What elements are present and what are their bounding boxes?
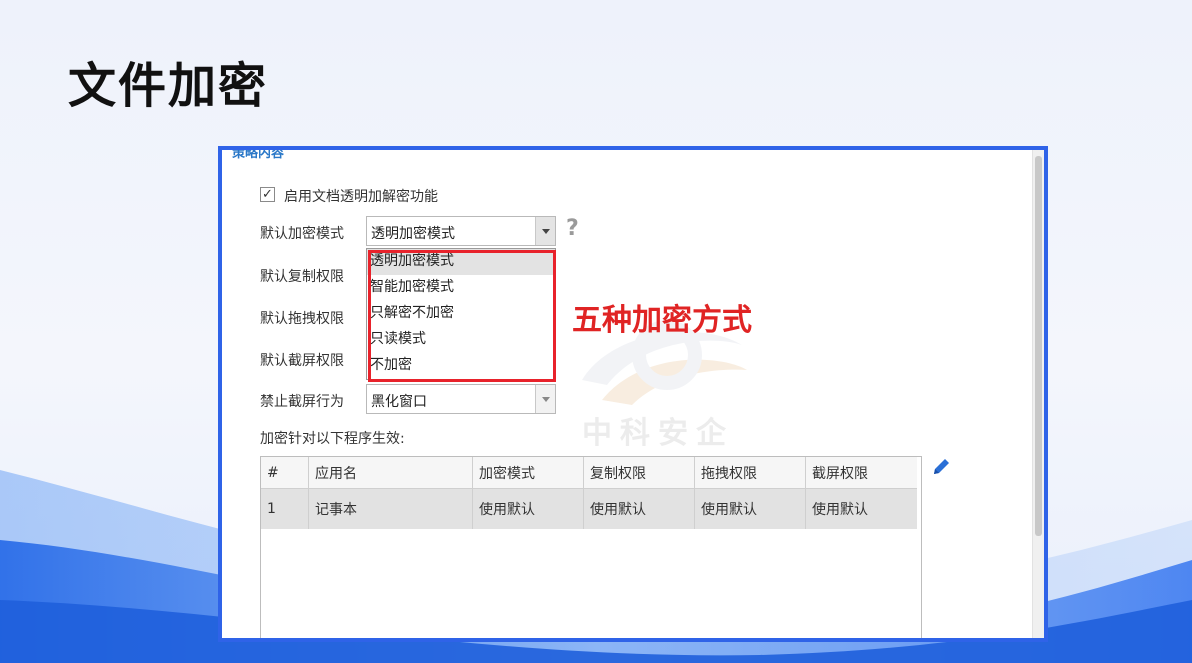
section-title: 策略内容 (232, 146, 285, 161)
forbid-screenshot-value: 黑化窗口 (371, 394, 427, 410)
column-header-index[interactable]: # (261, 457, 309, 488)
copy-permission-label: 默认复制权限 (260, 269, 344, 285)
table-header: # 应用名 加密模式 复制权限 拖拽权限 截屏权限 (261, 457, 917, 489)
watermark-text: 中科安企 (582, 416, 734, 451)
table-row[interactable]: 1 记事本 使用默认 使用默认 使用默认 使用默认 (261, 489, 917, 529)
encrypt-mode-dropdown-button[interactable] (535, 217, 555, 245)
scrollbar-thumb[interactable] (1035, 156, 1042, 536)
column-header-drag[interactable]: 拖拽权限 (695, 457, 806, 488)
chevron-down-icon (542, 397, 550, 402)
forbid-screenshot-select[interactable]: 黑化窗口 (366, 384, 556, 414)
encrypt-mode-dropdown-list: 透明加密模式 智能加密模式 只解密不加密 只读模式 不加密 (366, 248, 556, 380)
encrypt-mode-label: 默认加密模式 (260, 226, 344, 242)
column-header-screenshot[interactable]: 截屏权限 (806, 457, 917, 488)
programs-label: 加密针对以下程序生效: (260, 431, 405, 447)
encrypt-mode-value: 透明加密模式 (371, 226, 455, 242)
enable-encryption-checkbox[interactable]: ✓ (260, 187, 275, 202)
dropdown-option-decrypt-only[interactable]: 只解密不加密 (367, 301, 555, 327)
forbid-screenshot-label: 禁止截屏行为 (260, 394, 344, 410)
cell-index: 1 (261, 489, 309, 529)
cell-screenshot: 使用默认 (812, 502, 868, 518)
dropdown-option-smart[interactable]: 智能加密模式 (367, 275, 555, 301)
cell-encrypt: 使用默认 (473, 489, 584, 529)
program-table: # 应用名 加密模式 复制权限 拖拽权限 截屏权限 1 记事本 使用默认 使用默… (260, 456, 922, 638)
enable-encryption-label: 启用文档透明加解密功能 (284, 189, 438, 205)
cell-drag: 使用默认 (695, 489, 806, 529)
drag-permission-label: 默认拖拽权限 (260, 311, 344, 327)
chevron-down-icon (542, 229, 550, 234)
cell-copy: 使用默认 (584, 489, 695, 529)
pencil-icon[interactable] (930, 456, 952, 478)
dropdown-option-transparent[interactable]: 透明加密模式 (367, 249, 555, 275)
forbid-screenshot-dropdown-button[interactable] (535, 385, 555, 413)
annotation-text: 五种加密方式 (572, 303, 752, 338)
encrypt-mode-select[interactable]: 透明加密模式 (366, 216, 556, 246)
help-icon[interactable]: ? (566, 216, 579, 241)
vertical-scrollbar[interactable] (1032, 150, 1044, 638)
slide-title: 文件加密 (68, 58, 269, 114)
column-header-encrypt[interactable]: 加密模式 (473, 457, 584, 488)
dropdown-option-read-only[interactable]: 只读模式 (367, 327, 555, 353)
cell-app: 记事本 (309, 489, 473, 529)
policy-panel-frame: 策略内容 中科安企 ✓ 启用文档透明加解密功能 默认加密模式 透明加密模式 ? … (218, 146, 1048, 642)
column-header-app[interactable]: 应用名 (309, 457, 473, 488)
column-header-copy[interactable]: 复制权限 (584, 457, 695, 488)
screenshot-permission-label: 默认截屏权限 (260, 353, 344, 369)
dropdown-option-no-encrypt[interactable]: 不加密 (367, 353, 555, 379)
